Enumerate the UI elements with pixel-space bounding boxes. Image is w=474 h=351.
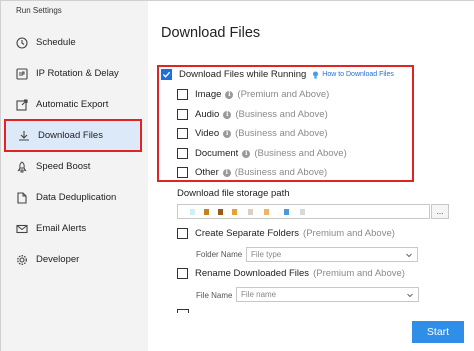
sidebar: Schedule IP Rotation & Delay Automatic E… — [1, 19, 148, 351]
file-type-row-other: Other i (Business and Above) — [177, 167, 327, 178]
file-type-row-video: Video i (Business and Above) — [177, 128, 328, 139]
document-icon — [16, 191, 28, 204]
info-icon: i — [222, 168, 231, 177]
ip-icon — [16, 67, 28, 80]
folder-name-select[interactable]: File type — [246, 247, 418, 262]
plan-note: (Business and Above) — [235, 109, 328, 120]
how-to-download-link[interactable]: How to Download Files — [312, 71, 394, 79]
chevron-down-icon — [406, 253, 412, 258]
download-while-running-label: Download Files while Running — [179, 69, 307, 80]
sidebar-item-label: Speed Boost — [36, 161, 91, 172]
lightbulb-icon — [313, 71, 319, 78]
sidebar-item-speed-boost[interactable]: Speed Boost — [4, 151, 142, 182]
document-checkbox[interactable] — [177, 148, 188, 159]
plan-note: (Business and Above) — [235, 128, 328, 139]
info-icon: i — [242, 149, 251, 158]
sidebar-item-label: Schedule — [36, 37, 76, 48]
sidebar-item-email-alerts[interactable]: Email Alerts — [4, 213, 142, 244]
download-while-running-checkbox[interactable] — [161, 69, 172, 80]
storage-path-input[interactable] — [177, 204, 430, 219]
browse-button[interactable]: ... — [431, 204, 449, 219]
separate-folders-checkbox[interactable] — [177, 228, 188, 239]
how-to-download-link-text: How to Download Files — [322, 71, 394, 78]
sidebar-item-label: IP Rotation & Delay — [36, 68, 119, 79]
email-icon — [16, 223, 28, 235]
info-icon: i — [223, 110, 232, 119]
gear-icon — [16, 254, 28, 266]
image-checkbox[interactable] — [177, 89, 188, 100]
storage-path-label: Download file storage path — [177, 188, 290, 199]
start-button[interactable]: Start — [412, 321, 464, 343]
page-title: Download Files — [161, 25, 261, 41]
plan-note: (Business and Above) — [254, 148, 347, 159]
sidebar-item-schedule[interactable]: Schedule — [4, 27, 142, 58]
sidebar-item-label: Automatic Export — [36, 99, 109, 110]
other-checkbox[interactable] — [177, 167, 188, 178]
window-title: Run Settings — [16, 6, 62, 15]
file-type-label: Audio — [195, 109, 220, 120]
run-settings-window: Run Settings Schedule IP Rotation & Dela… — [0, 0, 474, 351]
rocket-icon — [16, 160, 28, 173]
separate-folders-row: Create Separate Folders (Premium and Abo… — [177, 228, 395, 239]
partially-visible-checkbox[interactable] — [177, 309, 189, 313]
main-panel: Download Files Download Files while Runn… — [148, 1, 474, 351]
file-name-placeholder: File name — [241, 290, 277, 299]
file-type-label: Image — [195, 89, 222, 100]
sidebar-item-ip-rotation[interactable]: IP Rotation & Delay — [4, 58, 142, 89]
chevron-down-icon — [407, 293, 413, 298]
sidebar-item-automatic-export[interactable]: Automatic Export — [4, 89, 142, 120]
rename-files-row: Rename Downloaded Files (Premium and Abo… — [177, 268, 405, 279]
sidebar-item-label: Download Files — [38, 130, 103, 141]
sidebar-item-developer[interactable]: Developer — [4, 244, 142, 275]
file-name-label: File Name — [196, 291, 233, 300]
folder-name-label: Folder Name — [196, 250, 243, 259]
plan-note: (Premium and Above) — [313, 268, 405, 279]
info-icon: i — [223, 129, 232, 138]
sidebar-item-label: Data Deduplication — [36, 192, 117, 203]
file-type-row-audio: Audio i (Business and Above) — [177, 109, 328, 120]
info-icon: i — [225, 90, 234, 99]
file-type-row-image: Image i (Premium and Above) — [177, 89, 329, 100]
plan-note: (Premium and Above) — [237, 89, 330, 100]
sidebar-item-label: Developer — [36, 254, 80, 265]
file-type-label: Video — [195, 128, 220, 139]
file-type-row-document: Document i (Business and Above) — [177, 148, 347, 159]
plan-note: (Business and Above) — [234, 167, 328, 178]
separate-folders-label: Create Separate Folders — [195, 228, 300, 239]
rename-files-checkbox[interactable] — [177, 268, 188, 279]
file-type-label: Document — [195, 148, 239, 159]
file-name-select[interactable]: File name — [236, 287, 419, 302]
audio-checkbox[interactable] — [177, 109, 188, 120]
download-icon — [18, 130, 30, 142]
highlight-box — [157, 65, 414, 182]
video-checkbox[interactable] — [177, 128, 188, 139]
export-icon — [16, 98, 28, 111]
rename-files-label: Rename Downloaded Files — [195, 268, 310, 279]
download-while-running-row: Download Files while Running How to Down… — [161, 69, 394, 80]
sidebar-item-data-deduplication[interactable]: Data Deduplication — [4, 182, 142, 213]
file-type-label: Other — [195, 167, 219, 178]
folder-name-placeholder: File type — [251, 250, 282, 259]
plan-note: (Premium and Above) — [303, 228, 395, 239]
sidebar-item-label: Email Alerts — [36, 223, 87, 234]
sidebar-item-download-files[interactable]: Download Files — [4, 119, 142, 152]
clock-icon — [16, 36, 28, 49]
